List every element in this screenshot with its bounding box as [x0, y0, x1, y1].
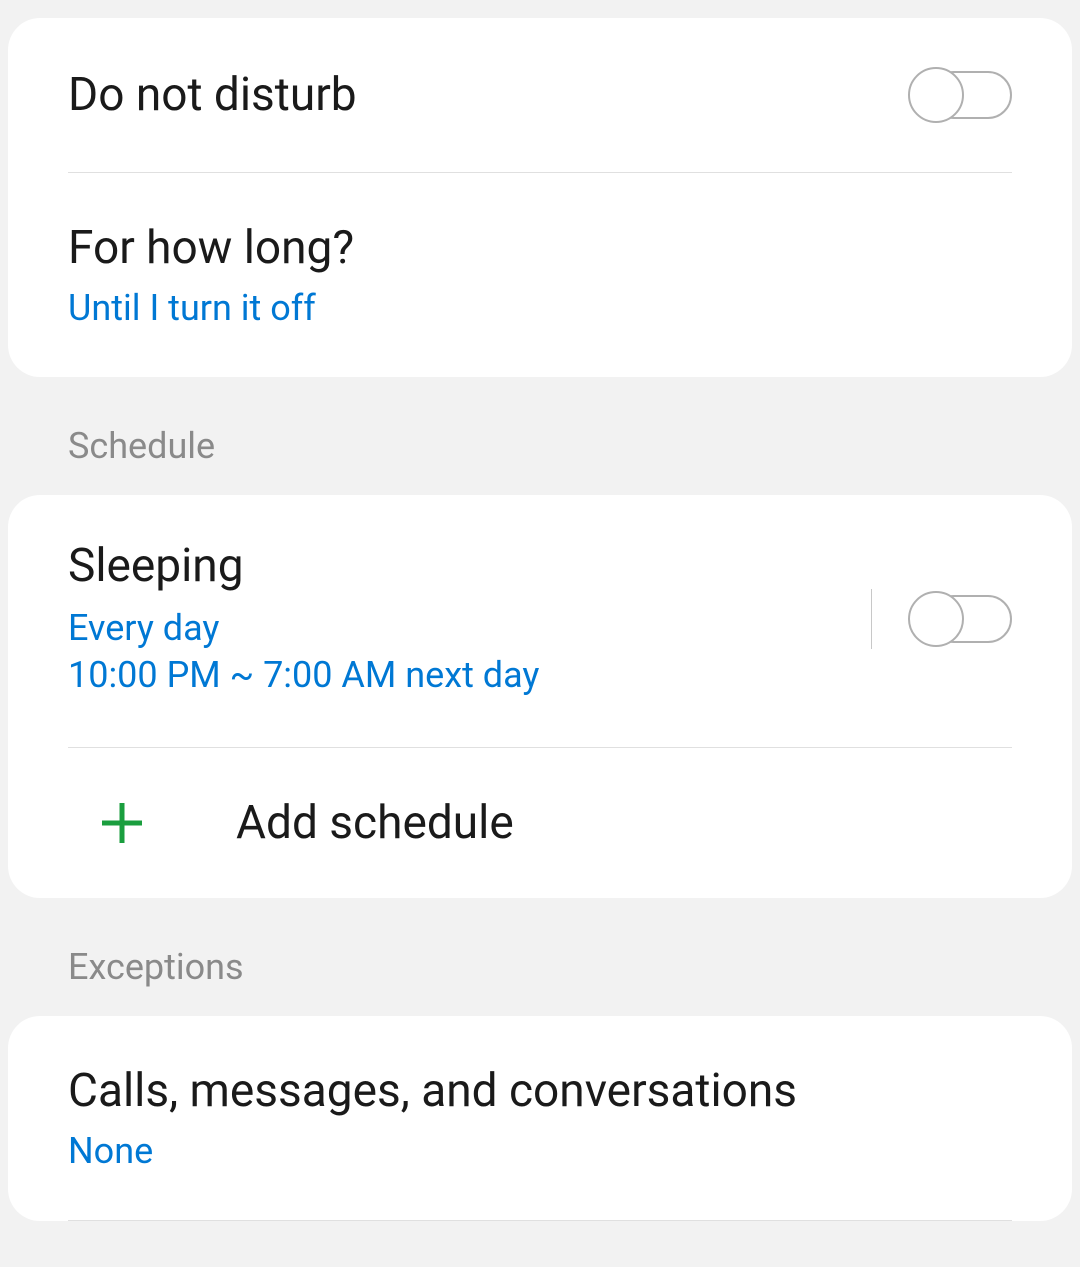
dnd-toggle[interactable] — [908, 66, 1012, 124]
sleeping-title: Sleeping — [68, 539, 871, 593]
exceptions-card: Calls, messages, and conversations None — [8, 1016, 1072, 1221]
schedule-section-header: Schedule — [0, 377, 1080, 495]
exceptions-section-header: Exceptions — [0, 898, 1080, 1016]
dnd-title: Do not disturb — [68, 68, 908, 122]
divider — [68, 1220, 1012, 1221]
sleeping-days: Every day — [68, 605, 871, 652]
sleeping-time: 10:00 PM ~ 7:00 AM next day — [68, 652, 871, 699]
add-schedule-label: Add schedule — [236, 796, 514, 850]
calls-title: Calls, messages, and conversations — [68, 1064, 1012, 1118]
calls-value: None — [68, 1130, 1012, 1172]
vertical-divider — [871, 589, 872, 649]
dnd-card: Do not disturb For how long? Until I tur… — [8, 18, 1072, 377]
sleeping-toggle[interactable] — [908, 590, 1012, 648]
sleeping-row[interactable]: Sleeping Every day 10:00 PM ~ 7:00 AM ne… — [8, 495, 1072, 747]
dnd-row[interactable]: Do not disturb — [8, 18, 1072, 172]
add-schedule-row[interactable]: Add schedule — [8, 748, 1072, 898]
calls-row[interactable]: Calls, messages, and conversations None — [8, 1016, 1072, 1220]
duration-value: Until I turn it off — [68, 287, 1012, 329]
duration-row[interactable]: For how long? Until I turn it off — [8, 173, 1072, 377]
duration-title: For how long? — [68, 221, 1012, 275]
schedule-card: Sleeping Every day 10:00 PM ~ 7:00 AM ne… — [8, 495, 1072, 898]
plus-icon — [98, 799, 146, 847]
